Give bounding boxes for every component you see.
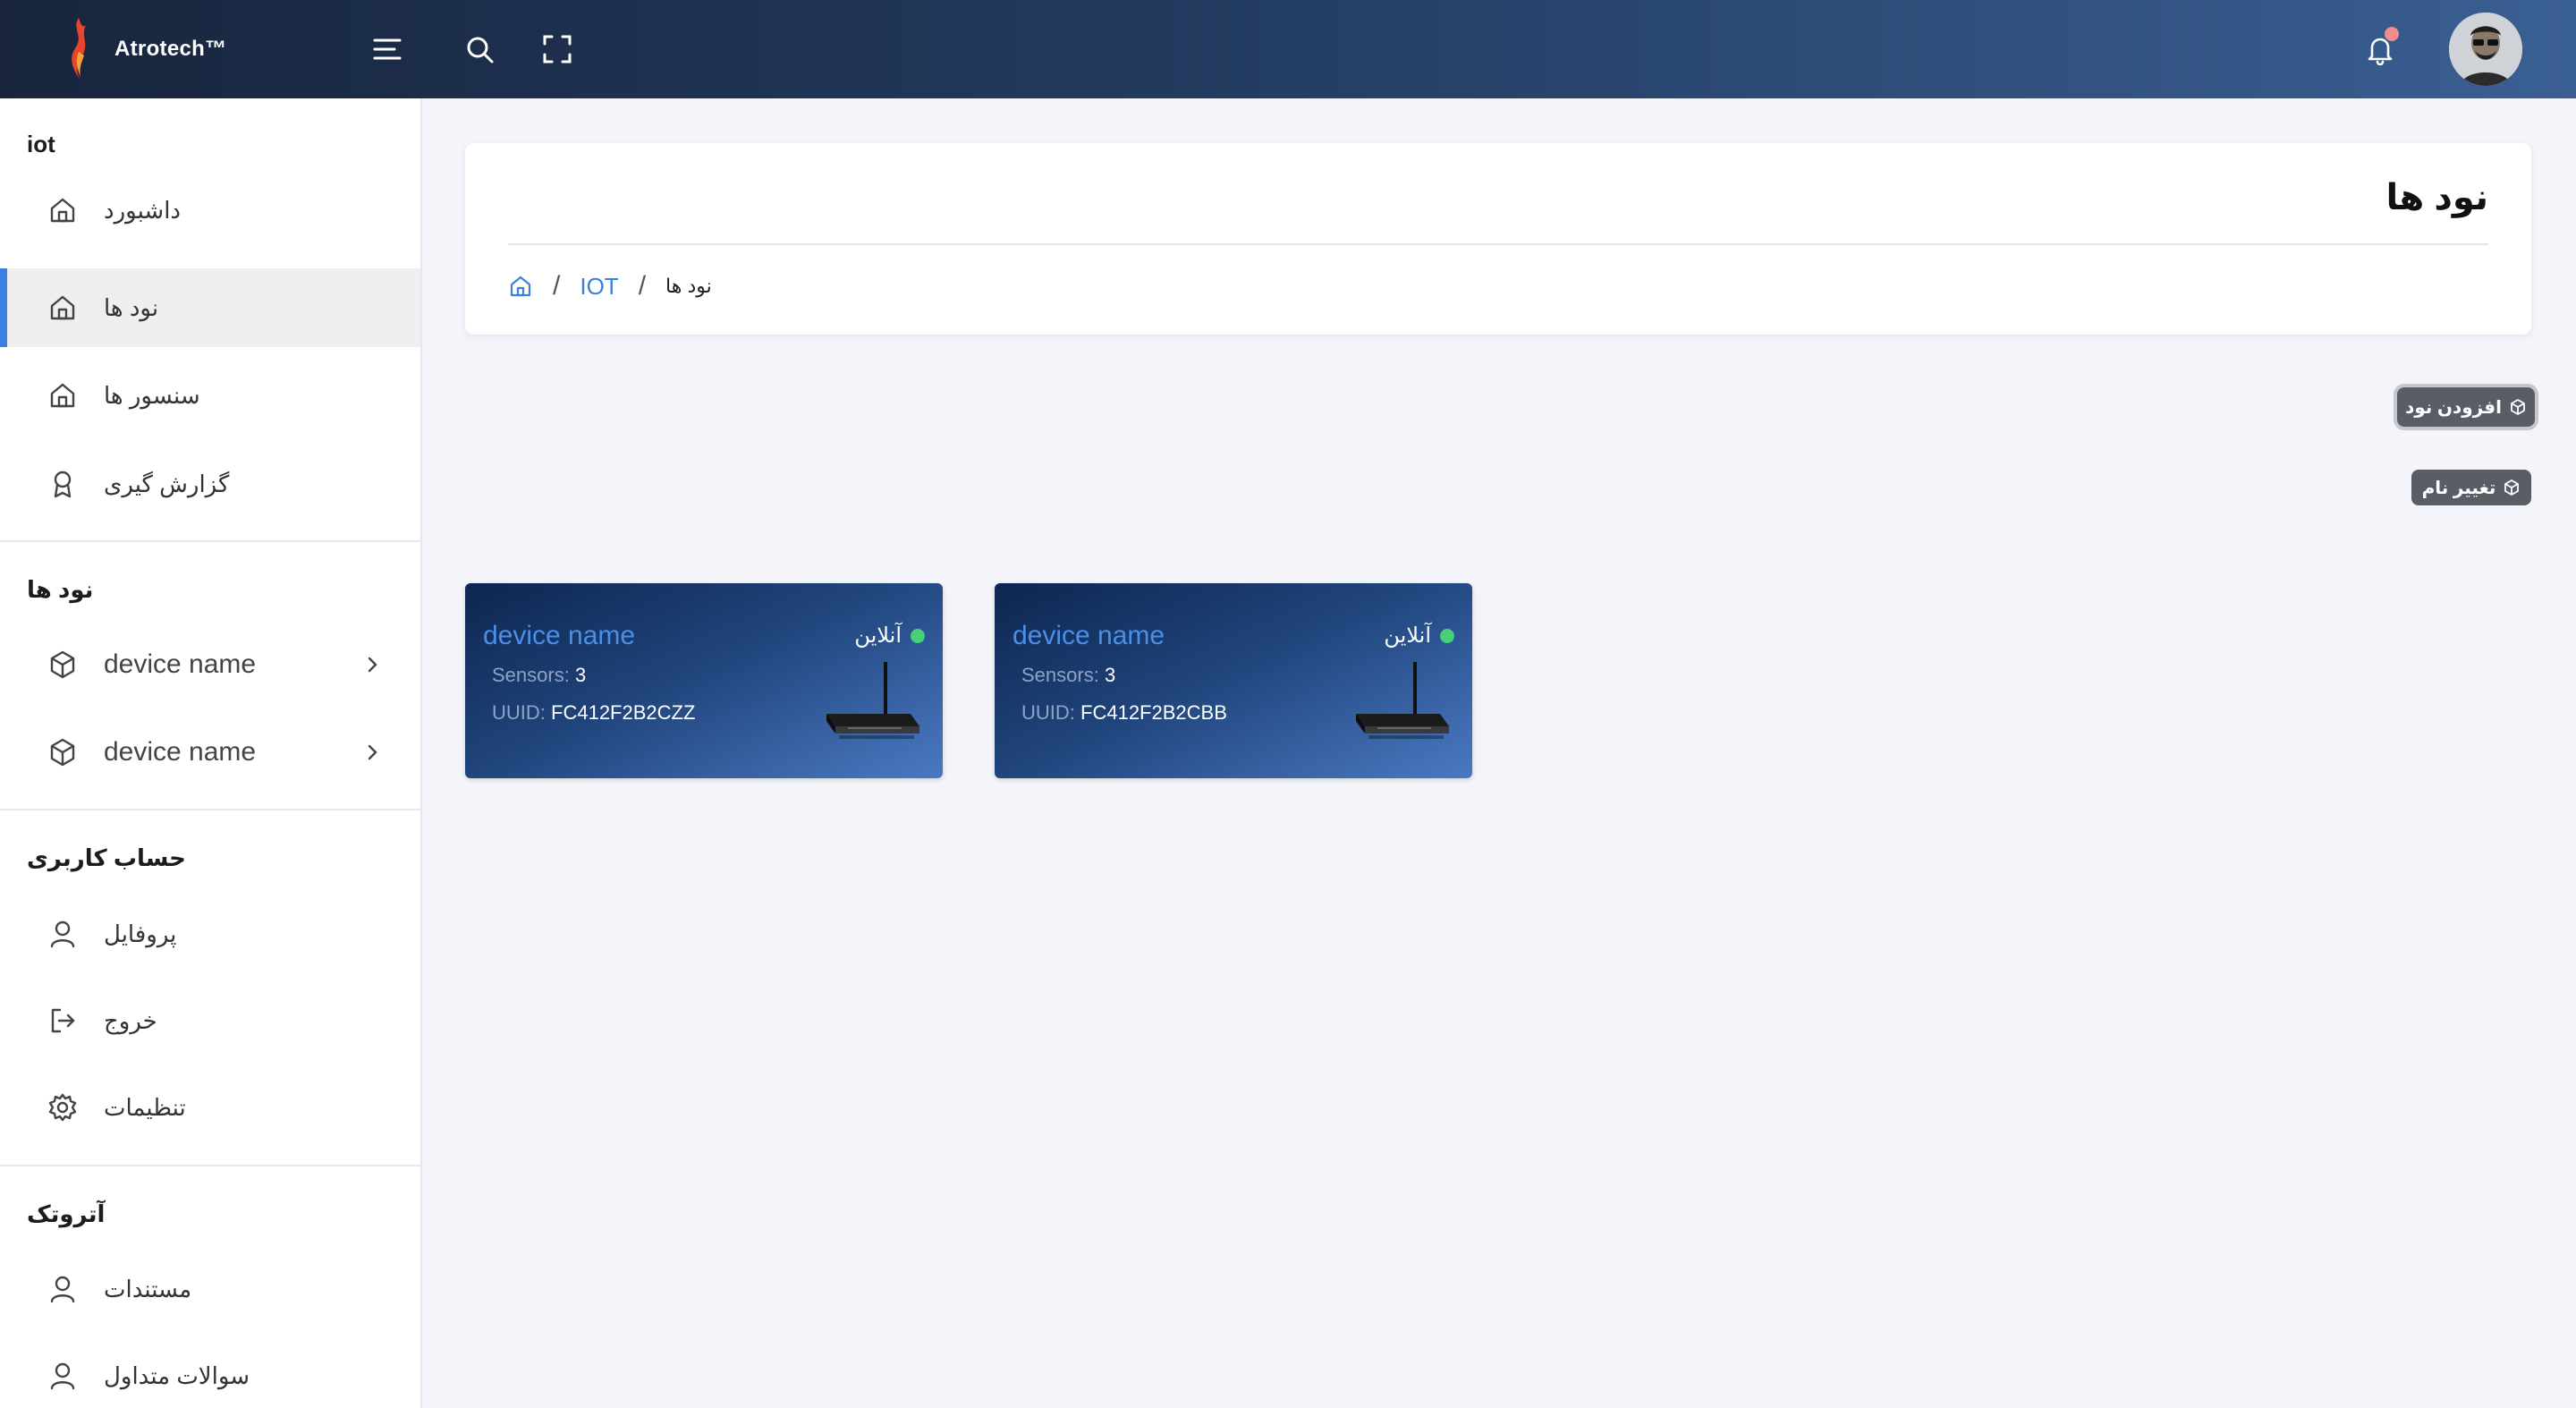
status-text: آنلاین <box>1384 623 1431 648</box>
sidebar-item-label: device name <box>104 737 257 767</box>
home-icon[interactable] <box>508 274 533 299</box>
notification-bell[interactable] <box>2358 27 2402 72</box>
user-icon <box>45 916 80 952</box>
settings-icon <box>45 1090 80 1125</box>
online-indicator <box>1440 628 1454 643</box>
sidebar-item-label: تنظیمات <box>104 1093 186 1121</box>
chevron-right-icon <box>368 744 377 760</box>
user-icon <box>45 1358 80 1394</box>
sidebar-item-label: مستندات <box>104 1275 192 1302</box>
chevron-right-icon <box>368 657 377 673</box>
sidebar-item-label: گزارش گیری <box>104 470 230 497</box>
status-badge: آنلاین <box>854 623 925 649</box>
device-card[interactable]: device name آنلاین Sensors: 3 UUID: FC41… <box>995 583 1472 778</box>
sidebar-item-dashboard[interactable]: داشبورد <box>0 171 420 250</box>
award-icon <box>45 466 80 502</box>
device-uuid: UUID: FC412F2B2CBB <box>1021 701 1227 725</box>
uuid-value: FC412F2B2CZZ <box>551 701 696 724</box>
sidebar-item-device[interactable]: device name <box>0 625 420 704</box>
cube-icon <box>2511 399 2525 415</box>
add-node-button[interactable]: افزودن نود <box>2397 387 2535 427</box>
logout-icon <box>45 1003 80 1039</box>
flame-logo-icon <box>72 18 86 81</box>
search-icon[interactable] <box>457 27 502 72</box>
sidebar-item-label: خروج <box>104 1006 157 1034</box>
sidebar-item-reports[interactable]: گزارش گیری <box>0 445 420 523</box>
sensors-count: Sensors: 3 <box>1021 664 1115 687</box>
sidebar-item-label: سنسور ها <box>104 381 200 409</box>
sidebar-item-label: داشبورد <box>104 196 181 224</box>
sidebar-section-title: نود ها <box>27 576 94 603</box>
sensors-count: Sensors: 3 <box>492 664 586 687</box>
user-icon <box>45 1271 80 1307</box>
sidebar-section-title: iot <box>27 131 55 157</box>
rename-label: تغییر نام <box>2421 478 2496 498</box>
router-icon <box>826 662 919 739</box>
sidebar-section-title: حساب کاربری <box>27 844 186 871</box>
device-name: device name <box>1013 621 1165 650</box>
divider <box>0 1165 420 1166</box>
sidebar-item-label: پروفایل <box>104 920 177 947</box>
notification-dot <box>2385 27 2399 41</box>
sidebar-section-title: آتروتک <box>27 1200 106 1227</box>
status-text: آنلاین <box>854 623 902 648</box>
breadcrumb-link-iot[interactable]: IOT <box>580 273 618 301</box>
uuid-value: FC412F2B2CBB <box>1080 701 1227 724</box>
breadcrumb-separator: / <box>638 271 647 301</box>
sidebar-item-device[interactable]: device name <box>0 713 420 792</box>
breadcrumb-separator: / <box>553 271 561 301</box>
brand[interactable]: Atrotech™ <box>63 16 226 82</box>
sidebar-item-sensors[interactable]: سنسور ها <box>0 356 420 435</box>
status-badge: آنلاین <box>1384 623 1454 649</box>
menu-icon[interactable] <box>365 27 410 72</box>
home-icon <box>45 192 80 228</box>
add-node-label: افزودن نود <box>2404 397 2503 418</box>
sidebar-item-profile[interactable]: پروفایل <box>0 895 420 973</box>
divider <box>0 809 420 810</box>
divider <box>0 540 420 542</box>
sidebar-item-label: نود ها <box>104 293 159 321</box>
page-title: نود ها <box>2385 178 2489 217</box>
home-icon <box>45 377 80 413</box>
sidebar-item-nodes[interactable]: نود ها <box>0 268 420 347</box>
device-name: device name <box>483 621 636 650</box>
top-bar: Atrotech™ <box>0 0 2576 98</box>
cube-icon <box>45 734 80 770</box>
breadcrumb-current: نود ها <box>665 275 712 297</box>
home-icon <box>45 290 80 326</box>
device-card[interactable]: device name آنلاین Sensors: 3 UUID: FC41… <box>465 583 943 778</box>
sensors-label: Sensors: <box>492 664 570 686</box>
page-header: نود ها / IOT / نود ها <box>465 143 2531 335</box>
sidebar-item-faq[interactable]: سوالات متداول <box>0 1336 420 1408</box>
divider <box>508 243 2488 245</box>
sidebar-item-docs[interactable]: مستندات <box>0 1250 420 1328</box>
cube-icon <box>2504 479 2520 496</box>
fullscreen-icon[interactable] <box>535 27 580 72</box>
sensors-value: 3 <box>574 664 587 686</box>
online-indicator <box>911 628 925 643</box>
sensors-label: Sensors: <box>1021 664 1099 686</box>
device-uuid: UUID: FC412F2B2CZZ <box>492 701 695 725</box>
sidebar-item-logout[interactable]: خروج <box>0 981 420 1060</box>
sidebar-item-label: سوالات متداول <box>104 1361 250 1389</box>
avatar[interactable] <box>2449 13 2522 86</box>
router-icon <box>1356 662 1449 739</box>
breadcrumb: / IOT / نود ها <box>508 268 712 304</box>
cube-icon <box>45 647 80 683</box>
sensors-value: 3 <box>1104 664 1116 686</box>
uuid-label: UUID: <box>492 701 546 724</box>
sidebar-item-label: device name <box>104 649 257 679</box>
sidebar: iot داشبورد نود ها سنسور ها گزارش گیری ن… <box>0 98 422 1408</box>
uuid-label: UUID: <box>1021 701 1075 724</box>
rename-button[interactable]: تغییر نام <box>2411 470 2531 505</box>
sidebar-item-settings[interactable]: تنظیمات <box>0 1068 420 1147</box>
brand-name: Atrotech™ <box>114 37 227 61</box>
